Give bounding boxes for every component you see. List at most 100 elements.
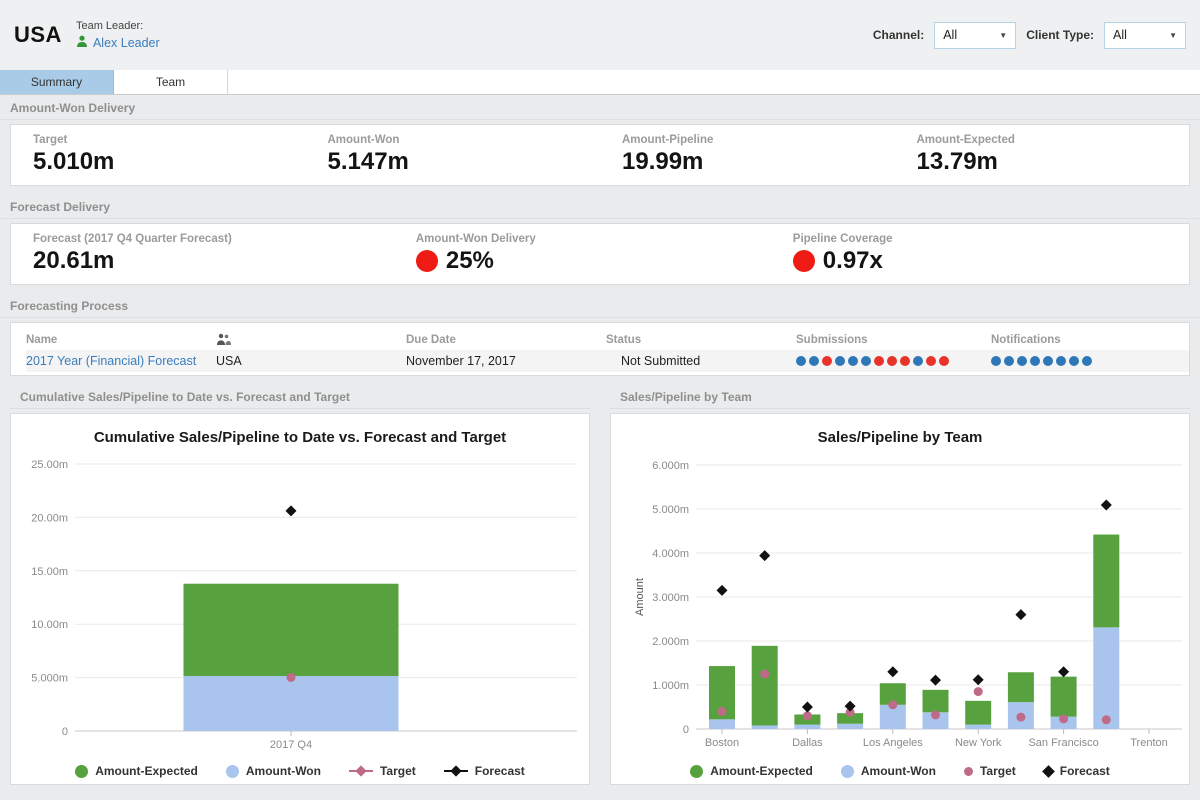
section-title-forecast-delivery: Forecast Delivery: [0, 194, 1200, 219]
table-row: 2017 Year (Financial) Forecast USA Novem…: [26, 350, 1189, 372]
red-status-dot: [874, 356, 884, 366]
svg-text:2.000m: 2.000m: [652, 636, 689, 648]
svg-text:2017 Q4: 2017 Q4: [270, 739, 312, 750]
svg-text:3.000m: 3.000m: [652, 592, 689, 604]
kpi-value: 5.010m: [33, 148, 115, 175]
team-cell: USA: [216, 354, 242, 368]
legend-item-target: Target: [348, 764, 416, 778]
legend-item-amount-expected: Amount-Expected: [75, 764, 198, 778]
legend-label: Amount-Won: [860, 764, 936, 778]
team-leader-label: Team Leader:: [75, 20, 144, 32]
team-leader-block: Team Leader: Alex Leader: [76, 18, 160, 52]
section-title-amount-won-delivery: Amount-Won Delivery: [0, 95, 1200, 120]
legend-label: Amount-Won: [245, 764, 321, 778]
notifications-dots: [991, 350, 1189, 372]
dropdown-caret-icon: ▼: [999, 30, 1008, 40]
kpi-label: Amount-Pipeline: [622, 134, 714, 146]
svg-text:Amount: Amount: [634, 578, 646, 616]
top-header: USA Team Leader: Alex Leader Channel: Al…: [0, 0, 1200, 70]
legend-item-amount-won: Amount-Won: [840, 764, 936, 778]
kpi-amount-pipeline: Amount-Pipeline 19.99m: [600, 134, 895, 185]
kpi-value: 25%: [445, 247, 494, 274]
client-type-select[interactable]: All ▼: [1104, 21, 1186, 49]
client-type-select-value: All: [1113, 28, 1127, 42]
svg-text:Boston: Boston: [705, 737, 739, 749]
dropdown-caret-icon: ▼: [1169, 30, 1177, 40]
legend-marker-icon: [348, 765, 373, 777]
blue-status-dot: [809, 356, 819, 366]
kpi-amount-expected: Amount-Expected 13.79m: [895, 134, 1190, 185]
cumulative-chart-card: Cumulative Sales/Pipeline to Date vs. Fo…: [10, 413, 590, 785]
legend-item-forecast: Forecast: [1041, 764, 1110, 778]
kpi-value: 20.61m: [33, 247, 115, 274]
legend-item-target: Target: [963, 764, 1016, 778]
chart-canvas: 6.000m 5.000m 4.000m 3.000m 2.000m 1.000m 0 Bos…: [611, 458, 1189, 755]
team-leader-link[interactable]: Alex Leader: [93, 36, 160, 50]
svg-text:6.000m: 6.000m: [652, 460, 689, 472]
legend-item-amount-expected: Amount-Expected: [690, 764, 813, 778]
svg-text:5.000m: 5.000m: [31, 673, 68, 685]
kpi-label: Amount-Won Delivery: [415, 233, 536, 245]
blue-status-dot: [1030, 356, 1040, 366]
amount-won-delivery-card: Target 5.010m Amount-Won 5.147m Amount-P…: [10, 124, 1190, 186]
kpi-amount-won: Amount-Won 5.147m: [306, 134, 601, 185]
svg-text:1.000m: 1.000m: [652, 680, 689, 692]
legend-label: Amount-Expected: [95, 764, 198, 778]
blue-status-dot: [913, 356, 923, 366]
kpi-value: 0.97x: [822, 247, 883, 274]
charts-row: Cumulative Sales/Pipeline to Date vs. Fo…: [0, 384, 1200, 785]
chart-canvas: 25.00m 20.00m 15.00m 10.00m 5.000m 0 2017 Q4: [11, 458, 589, 755]
chart-title: Sales/Pipeline by Team: [817, 429, 983, 446]
chart-section-cumulative: Cumulative Sales/Pipeline to Date vs. Fo…: [10, 384, 590, 785]
kpi-label: Target: [33, 134, 68, 146]
tab-team[interactable]: Team: [114, 70, 228, 94]
kpi-label: Amount-Won: [327, 134, 400, 146]
svg-text:10.00m: 10.00m: [31, 619, 68, 631]
status-indicator-dot: [415, 250, 438, 273]
red-status-dot: [926, 356, 936, 366]
chart-title: Cumulative Sales/Pipeline to Date vs. Fo…: [93, 429, 507, 446]
blue-status-dot: [861, 356, 871, 366]
column-header-notifications: Notifications: [991, 334, 1061, 346]
blue-status-dot: [796, 356, 806, 366]
forecasting-process-card: Name Due Date Status Submissions Notific…: [10, 322, 1190, 376]
svg-text:4.000m: 4.000m: [652, 548, 689, 560]
channel-select[interactable]: All ▼: [934, 21, 1017, 49]
blue-status-dot: [991, 356, 1001, 366]
svg-text:25.00m: 25.00m: [31, 459, 68, 471]
submissions-dots: [796, 350, 991, 372]
forecast-delivery-card: Forecast (2017 Q4 Quarter Forecast) 20.6…: [10, 223, 1190, 285]
column-header-due-date: Due Date: [406, 334, 456, 346]
svg-text:0: 0: [683, 724, 689, 736]
legend-marker-icon: [840, 764, 854, 778]
dashboard-page: USA Team Leader: Alex Leader Channel: Al…: [0, 0, 1200, 800]
kpi-pipeline-coverage: Pipeline Coverage 0.97x: [771, 233, 1189, 284]
chart-legend: Amount-Expected Amount-Won Target Forecast: [11, 755, 589, 787]
legend-marker-icon: [1041, 764, 1055, 778]
legend-label: Forecast: [1059, 764, 1110, 778]
chart-plot-svg: 6.000m 5.000m 4.000m 3.000m 2.000m 1.000m 0 Bos…: [634, 460, 1182, 749]
due-date-cell: November 17, 2017: [406, 354, 516, 368]
legend-label: Amount-Expected: [710, 764, 813, 778]
forecast-name-link[interactable]: 2017 Year (Financial) Forecast: [26, 354, 196, 368]
section-title-forecasting-process: Forecasting Process: [0, 293, 1200, 318]
process-table-header: Name Due Date Status Submissions Notific…: [26, 330, 1189, 350]
column-header-submissions: Submissions: [796, 334, 868, 346]
kpi-amount-won-delivery: Amount-Won Delivery 25%: [394, 233, 771, 284]
blue-status-dot: [1082, 356, 1092, 366]
tab-summary[interactable]: Summary: [0, 70, 114, 94]
legend-marker-icon: [690, 764, 704, 778]
svg-text:Trenton: Trenton: [1130, 737, 1168, 749]
legend-marker-icon: [75, 764, 89, 778]
status-indicator-dot: [792, 250, 815, 273]
blue-status-dot: [835, 356, 845, 366]
svg-text:5.000m: 5.000m: [652, 504, 689, 516]
tab-bar: Summary Team: [0, 70, 1200, 95]
filters: Channel: All ▼ Client Type: All ▼: [873, 21, 1186, 49]
kpi-label: Pipeline Coverage: [792, 233, 893, 245]
legend-item-amount-won: Amount-Won: [225, 764, 321, 778]
page-title: USA: [14, 22, 62, 47]
legend-marker-icon: [225, 764, 239, 778]
channel-select-value: All: [943, 28, 958, 42]
svg-text:20.00m: 20.00m: [31, 512, 68, 524]
